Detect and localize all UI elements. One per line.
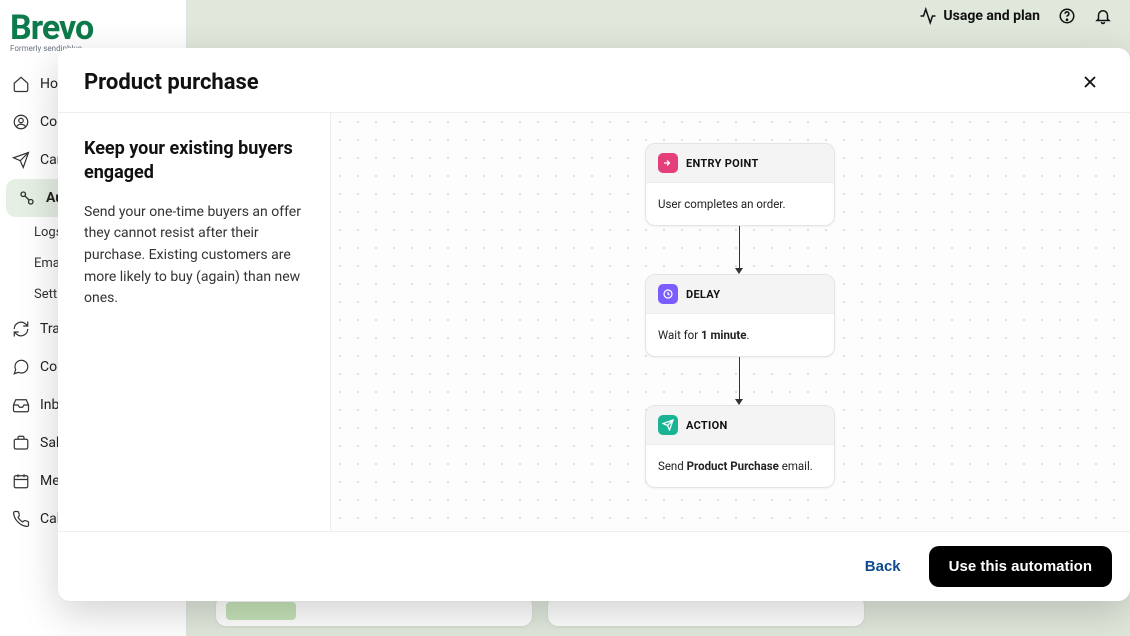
send-icon [658, 415, 678, 435]
refresh-icon [12, 320, 30, 338]
close-button[interactable] [1076, 68, 1104, 96]
modal-info-panel: Keep your existing buyers engaged Send y… [58, 113, 331, 531]
flow-card-title: ACTION [686, 419, 728, 432]
phone-icon [12, 510, 30, 528]
info-description: Send your one-time buyers an offer they … [84, 202, 304, 310]
user-circle-icon [12, 113, 30, 131]
activity-icon [919, 7, 937, 25]
flow-canvas: ENTRY POINT User completes an order. DEL… [331, 113, 1130, 531]
modal-header: Product purchase [58, 48, 1130, 112]
flow-card-title: DELAY [686, 288, 720, 301]
modal-body: Keep your existing buyers engaged Send y… [58, 112, 1130, 532]
paper-plane-icon [12, 151, 30, 169]
modal-title: Product purchase [84, 70, 259, 95]
info-heading: Keep your existing buyers engaged [84, 137, 304, 186]
background-badge [226, 602, 296, 620]
modal-footer: Back Use this automation [58, 532, 1130, 601]
briefcase-icon [12, 434, 30, 452]
flow-card-action[interactable]: ACTION Send Product Purchase email. [645, 405, 835, 488]
chat-icon [12, 358, 30, 376]
automation-icon [18, 189, 36, 207]
flow-connector [739, 357, 740, 404]
usage-and-plan-link[interactable]: Usage and plan [919, 7, 1040, 25]
flow-card-title: ENTRY POINT [686, 157, 759, 170]
logo-text: Brevo [10, 8, 176, 48]
flow-card-delay[interactable]: DELAY Wait for 1 minute. [645, 274, 835, 357]
topbar: Usage and plan [919, 0, 1130, 32]
logo: Brevo Formerly sendinblue [0, 0, 186, 55]
flow-card-header: ENTRY POINT [646, 144, 834, 183]
flow-card-body: User completes an order. [646, 183, 834, 225]
usage-label: Usage and plan [943, 8, 1040, 24]
use-this-automation-button[interactable]: Use this automation [929, 546, 1112, 587]
entry-point-icon [658, 153, 678, 173]
back-button[interactable]: Back [851, 548, 915, 585]
flow-card-entry[interactable]: ENTRY POINT User completes an order. [645, 143, 835, 226]
flow-card-header: DELAY [646, 275, 834, 314]
house-icon [12, 75, 30, 93]
flow-connector [739, 226, 740, 273]
inbox-icon [12, 396, 30, 414]
bell-icon[interactable] [1094, 7, 1112, 25]
automation-template-modal: Product purchase Keep your existing buye… [58, 48, 1130, 601]
flow-card-body: Wait for 1 minute. [646, 314, 834, 356]
flow-card-body: Send Product Purchase email. [646, 445, 834, 487]
help-icon[interactable] [1058, 7, 1076, 25]
calendar-icon [12, 472, 30, 490]
flow-card-header: ACTION [646, 406, 834, 445]
clock-icon [658, 284, 678, 304]
